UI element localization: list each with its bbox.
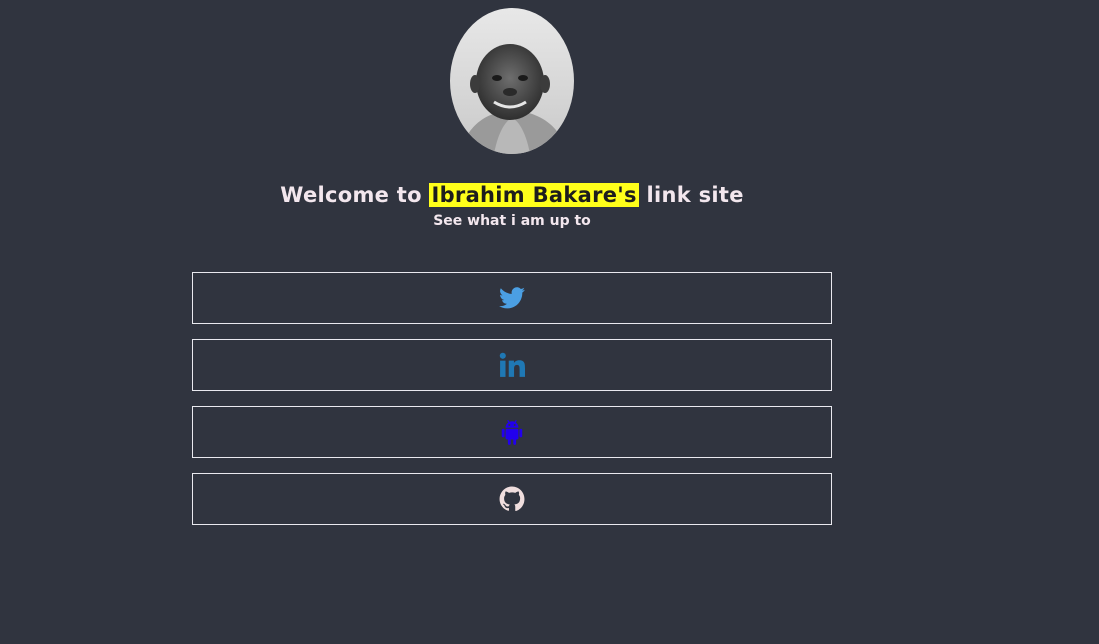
avatar-photo [450, 8, 574, 154]
twitter-icon [499, 287, 525, 309]
linkedin-icon [499, 352, 525, 378]
page-subtitle: See what i am up to [433, 213, 591, 229]
title-prefix: Welcome to [280, 183, 430, 207]
twitter-link-button[interactable] [192, 272, 832, 324]
android-icon [499, 418, 525, 446]
avatar [450, 8, 574, 154]
title-name-highlight: Ibrahim Bakare's [429, 183, 639, 207]
android-link-button[interactable] [192, 406, 832, 458]
github-icon [499, 486, 525, 512]
page-title: Welcome to Ibrahim Bakare's link site [0, 180, 1024, 210]
title-suffix: link site [638, 183, 744, 207]
linkedin-link-button[interactable] [192, 339, 832, 391]
github-link-button[interactable] [192, 473, 832, 525]
